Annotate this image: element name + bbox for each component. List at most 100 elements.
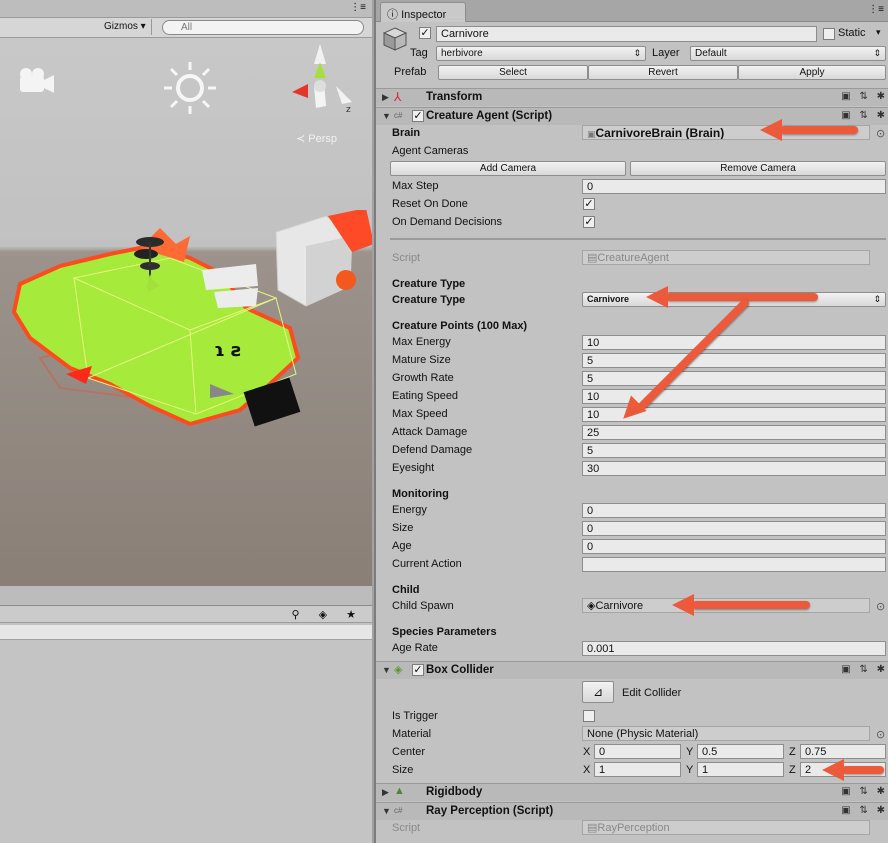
age-input[interactable]: 0 bbox=[582, 539, 886, 554]
transform-title: Transform bbox=[426, 91, 483, 103]
annotation-arrow-brain bbox=[780, 126, 858, 134]
center-y-input[interactable]: 0.5 bbox=[697, 744, 784, 759]
prefab-select-button[interactable]: Select bbox=[438, 65, 588, 80]
prefab-apply-button[interactable]: Apply bbox=[738, 65, 886, 80]
box-collider-icon: ◈ bbox=[394, 664, 403, 676]
growth-rate-input[interactable]: 5 bbox=[582, 371, 886, 386]
max-step-label: Max Step bbox=[392, 180, 439, 192]
creature-type-label: Creature Type bbox=[392, 294, 466, 306]
dropdown-arrow-icon: ⇕ bbox=[633, 48, 641, 58]
project-toolbar-icons[interactable]: ⚲ ◈ ★ bbox=[292, 608, 365, 621]
transform-header[interactable]: ▶ ⅄ Transform ▣ ⇅ ✱ bbox=[376, 88, 888, 106]
persp-label[interactable]: ≺ Persp bbox=[296, 132, 337, 145]
reset-on-done-checkbox[interactable]: ✓ bbox=[583, 198, 595, 210]
max-step-input[interactable]: 0 bbox=[582, 179, 886, 194]
center-z-label: Z bbox=[789, 746, 796, 758]
box-collider-enabled-checkbox[interactable]: ✓ bbox=[412, 664, 424, 676]
center-label: Center bbox=[392, 746, 426, 758]
foldout-open-icon[interactable]: ▼ bbox=[382, 806, 391, 816]
component-menu-icons[interactable]: ▣ ⇅ ✱ bbox=[841, 786, 888, 797]
scene-search-input[interactable]: All bbox=[162, 20, 364, 35]
foldout-closed-icon[interactable]: ▶ bbox=[382, 787, 389, 798]
ray-script-value: RayPerception bbox=[597, 822, 670, 834]
project-toolbar: ⚲ ◈ ★ bbox=[0, 605, 372, 623]
size-z-label: Z bbox=[789, 764, 796, 776]
defend-damage-input[interactable]: 5 bbox=[582, 443, 886, 458]
reset-on-done-label: Reset On Done bbox=[392, 198, 468, 210]
material-field[interactable]: None (Physic Material) bbox=[582, 726, 870, 741]
foldout-open-icon[interactable]: ▼ bbox=[382, 111, 391, 121]
mature-size-input[interactable]: 5 bbox=[582, 353, 886, 368]
annotation-arrow-size-z bbox=[842, 766, 884, 774]
gizmos-dropdown[interactable]: Gizmos ▾ bbox=[100, 19, 152, 35]
static-label: Static bbox=[838, 27, 866, 39]
inspector-tab-bar: ⓘ Inspector ⋮≡ bbox=[376, 0, 888, 22]
project-search-bar[interactable] bbox=[0, 625, 372, 640]
size-x-label: X bbox=[583, 764, 591, 776]
creature-agent-header[interactable]: ▼ c# ✓ Creature Agent (Script) ▣ ⇅ ✱ bbox=[376, 107, 888, 125]
max-energy-label: Max Energy bbox=[392, 336, 451, 348]
energy-input[interactable]: 0 bbox=[582, 503, 886, 518]
creature-type-header: Creature Type bbox=[392, 278, 466, 290]
is-trigger-checkbox[interactable] bbox=[583, 710, 595, 722]
active-checkbox[interactable]: ✓ bbox=[419, 27, 431, 39]
ray-script-field: ▤RayPerception bbox=[582, 820, 870, 835]
scene-viewport[interactable]: z ≺ Persp ɿ ƨ bbox=[0, 38, 372, 586]
size-x-input[interactable]: 1 bbox=[594, 762, 681, 777]
age-rate-input[interactable]: 0.001 bbox=[582, 641, 886, 656]
ray-perception-header[interactable]: ▼ c# Ray Perception (Script) ▣ ⇅ ✱ bbox=[376, 802, 888, 820]
tab-inspector-label: Inspector bbox=[401, 9, 447, 21]
child-spawn-label: Child Spawn bbox=[392, 600, 454, 612]
asset-icon: ▣ bbox=[587, 129, 596, 139]
current-action-input[interactable] bbox=[582, 557, 886, 572]
gizmos-label: Gizmos bbox=[104, 21, 138, 32]
panel-menu-icon[interactable]: ⋮≡ bbox=[868, 4, 884, 15]
component-menu-icons[interactable]: ▣ ⇅ ✱ bbox=[841, 110, 888, 121]
object-name-input[interactable]: Carnivore bbox=[436, 26, 817, 42]
creature-agent-enabled-checkbox[interactable]: ✓ bbox=[412, 110, 424, 122]
component-menu-icons[interactable]: ▣ ⇅ ✱ bbox=[841, 805, 888, 816]
max-energy-input[interactable]: 10 bbox=[582, 335, 886, 350]
component-menu-icons[interactable]: ▣ ⇅ ✱ bbox=[841, 91, 888, 102]
annotation-arrow-brain-head bbox=[760, 119, 782, 141]
center-y-label: Y bbox=[686, 746, 694, 758]
object-picker-icon[interactable]: ⊙ bbox=[876, 728, 885, 741]
max-speed-label: Max Speed bbox=[392, 408, 448, 420]
svg-text:z: z bbox=[346, 105, 351, 115]
eating-speed-label: Eating Speed bbox=[392, 390, 459, 402]
size-label: Size bbox=[392, 522, 414, 534]
mature-size-label: Mature Size bbox=[392, 354, 451, 366]
object-picker-icon[interactable]: ⊙ bbox=[876, 600, 885, 613]
size-input[interactable]: 0 bbox=[582, 521, 886, 536]
scene-toolbar: Gizmos ▾ ⚲▾ All bbox=[0, 18, 372, 38]
prefab-revert-button[interactable]: Revert bbox=[588, 65, 738, 80]
foldout-closed-icon[interactable]: ▶ bbox=[382, 92, 389, 103]
annotation-arrow-child-spawn-head bbox=[672, 594, 694, 616]
layer-dropdown[interactable]: Default ⇕ bbox=[690, 46, 886, 61]
attack-damage-input[interactable]: 25 bbox=[582, 425, 886, 440]
box-collider-header[interactable]: ▼ ◈ ✓ Box Collider ▣ ⇅ ✱ bbox=[376, 661, 888, 679]
panel-menu-icon[interactable]: ⋮≡ bbox=[350, 2, 366, 13]
center-z-input[interactable]: 0.75 bbox=[800, 744, 886, 759]
tab-inspector[interactable]: ⓘ Inspector bbox=[380, 2, 466, 22]
component-menu-icons[interactable]: ▣ ⇅ ✱ bbox=[841, 664, 888, 675]
foldout-open-icon[interactable]: ▼ bbox=[382, 665, 391, 675]
tag-dropdown[interactable]: herbivore ⇕ bbox=[436, 46, 646, 61]
on-demand-decisions-checkbox[interactable]: ✓ bbox=[583, 216, 595, 228]
rigidbody-header[interactable]: ▶ ▲ Rigidbody ▣ ⇅ ✱ bbox=[376, 783, 888, 801]
script-asset-icon: ▤ bbox=[587, 822, 598, 834]
eyesight-input[interactable]: 30 bbox=[582, 461, 886, 476]
object-picker-icon[interactable]: ⊙ bbox=[876, 127, 885, 140]
size-y-input[interactable]: 1 bbox=[697, 762, 784, 777]
age-rate-label: Age Rate bbox=[392, 642, 438, 654]
static-checkbox[interactable] bbox=[823, 28, 835, 40]
remove-camera-button[interactable]: Remove Camera bbox=[630, 161, 886, 176]
tag-label: Tag bbox=[410, 47, 428, 59]
center-x-input[interactable]: 0 bbox=[594, 744, 681, 759]
add-camera-button[interactable]: Add Camera bbox=[390, 161, 626, 176]
edit-collider-button[interactable]: ⊿ bbox=[582, 681, 614, 703]
svg-text:ɿ ƨ: ɿ ƨ bbox=[214, 340, 242, 361]
scene-view[interactable]: ⋮≡ Gizmos ▾ ⚲▾ All bbox=[0, 0, 372, 843]
species-parameters-header: Species Parameters bbox=[392, 626, 497, 638]
static-dropdown-icon[interactable]: ▾ bbox=[876, 27, 881, 38]
